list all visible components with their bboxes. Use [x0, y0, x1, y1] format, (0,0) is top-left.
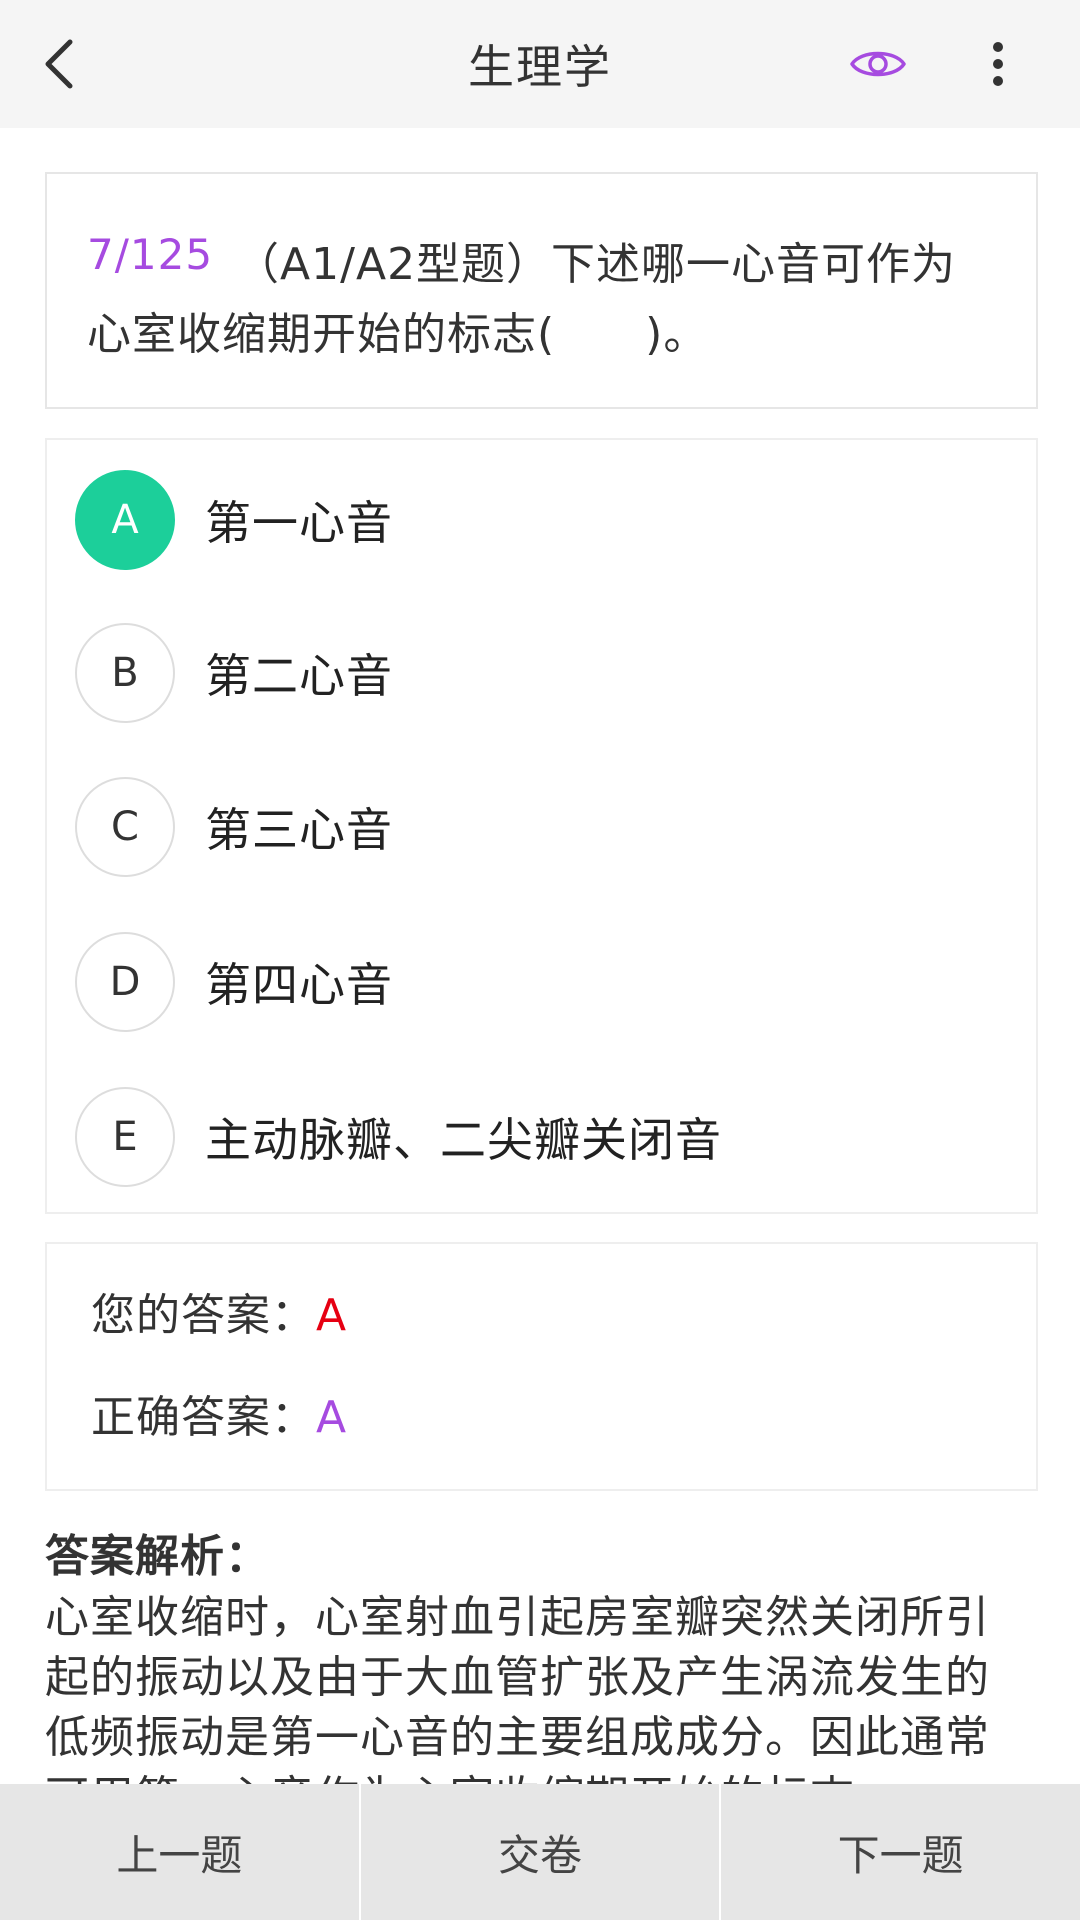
answer-card: 您的答案：A 正确答案：A	[45, 1242, 1038, 1491]
more-vertical-icon	[993, 42, 1003, 86]
next-question-button[interactable]: 下一题	[721, 1784, 1080, 1920]
your-answer-label: 您的答案：	[91, 1290, 316, 1341]
option-letter-badge: D	[75, 932, 175, 1032]
option-letter-badge: E	[75, 1087, 175, 1187]
option-text: 第二心音	[205, 649, 393, 703]
option-text: 第一心音	[205, 496, 393, 550]
analysis-title: 答案解析：	[45, 1531, 270, 1582]
option-letter-badge: A	[75, 470, 175, 570]
option-text: 第三心音	[205, 803, 393, 857]
more-button[interactable]	[975, 34, 1021, 94]
question-index: 7/125	[87, 230, 214, 279]
option-c[interactable]: C 第三心音	[75, 777, 1005, 877]
app-root: 生理学 7/125 （A1/A2型题）下述哪一心音可作为心室收缩期开始的标志( )…	[0, 0, 1080, 1920]
your-answer-value: A	[316, 1290, 348, 1341]
correct-answer-label: 正确答案：	[91, 1392, 316, 1443]
prev-question-button[interactable]: 上一题	[0, 1784, 359, 1920]
option-text: 主动脉瓣、二尖瓣关闭音	[205, 1113, 722, 1167]
header-bar: 生理学	[0, 0, 1080, 128]
option-letter-badge: B	[75, 623, 175, 723]
question-text: （A1/A2型题）下述哪一心音可作为心室收缩期开始的标志( )。	[87, 239, 957, 360]
correct-answer-row: 正确答案：A	[91, 1388, 347, 1448]
option-a[interactable]: A 第一心音	[75, 470, 1005, 570]
toggle-answer-button[interactable]	[845, 34, 911, 94]
your-answer-row: 您的答案：A	[91, 1286, 347, 1346]
analysis-section: 答案解析： 心室收缩时，心室射血引起房室瓣突然关闭所引起的振动以及由于大血管扩张…	[45, 1526, 1005, 1828]
question-card: 7/125 （A1/A2型题）下述哪一心音可作为心室收缩期开始的标志( )。	[45, 172, 1038, 409]
option-d[interactable]: D 第四心音	[75, 932, 1005, 1032]
bottom-nav-bar: 上一题 交卷 下一题	[0, 1784, 1080, 1920]
option-text: 第四心音	[205, 958, 393, 1012]
chevron-left-icon	[45, 39, 73, 89]
option-e[interactable]: E 主动脉瓣、二尖瓣关闭音	[75, 1087, 1005, 1187]
eye-icon	[850, 51, 906, 77]
option-letter-badge: C	[75, 777, 175, 877]
option-b[interactable]: B 第二心音	[75, 623, 1005, 723]
page-title: 生理学	[468, 40, 612, 94]
submit-exam-button[interactable]: 交卷	[361, 1784, 720, 1920]
correct-answer-value: A	[316, 1392, 348, 1443]
options-list: A 第一心音 B 第二心音 C 第三心音 D 第四心音 E 主动脉瓣、二尖瓣关闭…	[45, 438, 1038, 1214]
question-stem: 7/125 （A1/A2型题）下述哪一心音可作为心室收缩期开始的标志( )。	[87, 220, 996, 370]
back-button[interactable]	[30, 30, 90, 98]
